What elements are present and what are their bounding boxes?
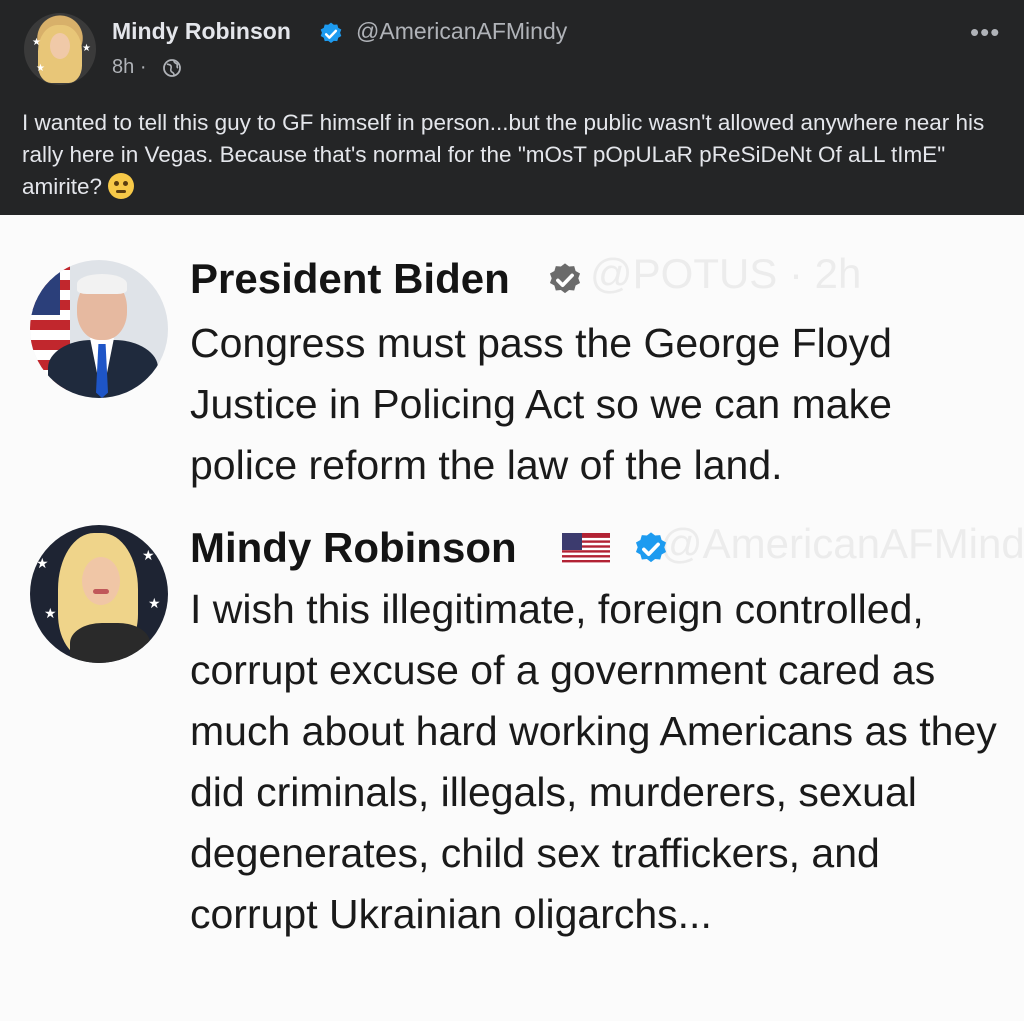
- post-text-content: I wanted to tell this guy to GF himself …: [22, 110, 985, 199]
- post-image[interactable]: @POTUS · 2h @AmericanAFMindy · 1h Presid…: [0, 215, 1024, 1021]
- post-header: ★ ★ ★ Mindy Robinson @AmericanAFMindy 8h…: [0, 0, 1024, 215]
- tweet-body: Congress must pass the George Floyd Just…: [190, 320, 892, 488]
- author-avatar[interactable]: ★ ★ ★: [24, 13, 96, 85]
- globe-icon: [163, 59, 181, 77]
- tweet-author-name: Mindy Robinson: [190, 524, 517, 571]
- tweet-author-name: President Biden: [190, 255, 510, 302]
- post-text: I wanted to tell this guy to GF himself …: [22, 107, 1002, 203]
- eye-roll-emoji-icon: [108, 173, 135, 199]
- verified-badge-icon: [320, 22, 342, 43]
- verified-badge-icon: [549, 263, 581, 294]
- meta-separator: ·: [139, 56, 147, 78]
- more-options-icon[interactable]: •••: [970, 19, 1000, 45]
- mindy-avatar: ★ ★ ★ ★: [30, 525, 168, 663]
- biden-avatar: [30, 260, 168, 398]
- tweet-body: I wish this illegitimate, foreign contro…: [190, 586, 997, 937]
- post-time[interactable]: 8h: [112, 56, 134, 78]
- verified-badge-icon: [635, 532, 667, 563]
- author-handle[interactable]: @AmericanAFMindy: [356, 18, 567, 45]
- post-meta: 8h ·: [112, 56, 146, 79]
- us-flag-icon: [562, 533, 610, 565]
- author-name[interactable]: Mindy Robinson: [112, 18, 291, 45]
